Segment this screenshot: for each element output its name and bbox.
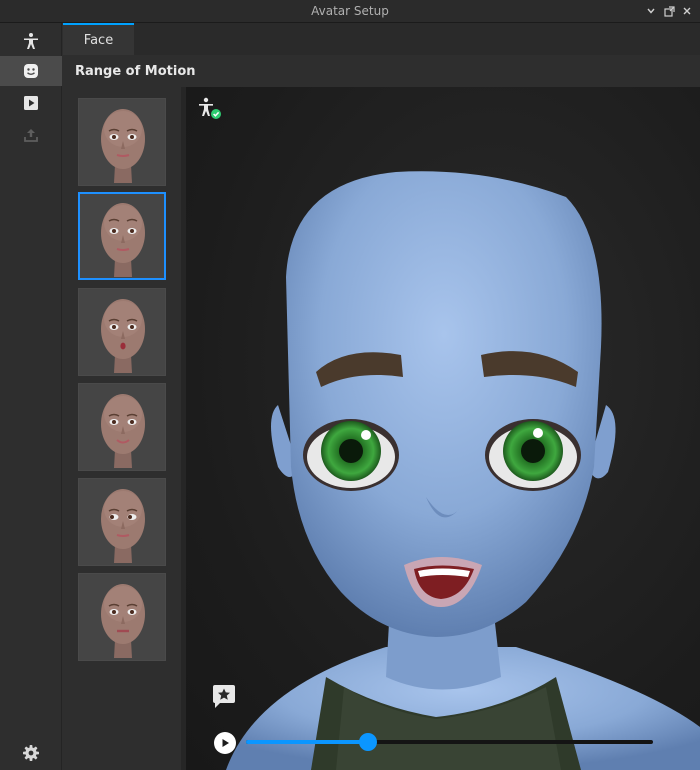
thumb-pupil xyxy=(128,515,132,519)
upload-icon xyxy=(24,129,38,142)
thumb-mouth xyxy=(120,342,126,350)
avatar-viewport[interactable] xyxy=(186,87,700,770)
window-title: Avatar Setup xyxy=(311,4,389,18)
timeline-progress xyxy=(246,740,369,744)
thumb-pupil xyxy=(112,325,116,329)
thumb-mouth xyxy=(116,154,130,157)
avatar-head xyxy=(226,171,700,770)
timeline-handle[interactable] xyxy=(359,733,378,751)
close-icon[interactable] xyxy=(680,3,694,19)
gear-icon xyxy=(23,745,39,761)
expression-thumbnails xyxy=(63,87,181,770)
left-toolbar xyxy=(0,23,62,770)
settings-button[interactable] xyxy=(0,738,62,768)
section-title: Range of Motion xyxy=(75,64,196,79)
upload-button[interactable] xyxy=(0,120,62,150)
chevron-down-icon[interactable] xyxy=(644,3,658,19)
title-bar: Avatar Setup xyxy=(0,0,700,23)
body-icon xyxy=(24,33,38,49)
thumb-pupil xyxy=(130,420,134,424)
thumb-pupil xyxy=(112,135,116,139)
window-controls xyxy=(644,3,694,19)
thumb-mouth xyxy=(116,534,130,537)
thumbnail-smile[interactable] xyxy=(78,383,166,471)
body-button[interactable] xyxy=(0,26,62,56)
tab-face[interactable]: Face xyxy=(63,23,134,55)
thumb-pupil xyxy=(112,420,116,424)
thumb-mouth xyxy=(116,248,130,251)
thumb-pupil xyxy=(130,229,134,233)
thumbnail-raised-brows[interactable] xyxy=(78,192,166,280)
play-animation-icon xyxy=(24,96,38,110)
thumb-pupil xyxy=(112,229,116,233)
play-icon xyxy=(222,739,229,747)
thumb-pupil xyxy=(130,610,134,614)
thumb-pupil xyxy=(110,515,114,519)
timeline-slider[interactable] xyxy=(246,733,653,751)
play-button[interactable] xyxy=(214,732,236,754)
thumb-pupil xyxy=(130,325,134,329)
star-comment-icon[interactable] xyxy=(211,684,237,710)
face-button[interactable] xyxy=(0,56,62,86)
restore-icon[interactable] xyxy=(662,3,676,19)
animation-button[interactable] xyxy=(0,88,62,118)
thumbnail-neutral[interactable] xyxy=(78,98,166,186)
thumbnail-lip-press[interactable] xyxy=(78,573,166,661)
thumbnail-eyes-left[interactable] xyxy=(78,478,166,566)
face-icon xyxy=(24,64,38,78)
thumb-pupil xyxy=(112,610,116,614)
thumbnail-pucker[interactable] xyxy=(78,288,166,376)
tab-strip: Face xyxy=(63,23,700,55)
section-header: Range of Motion xyxy=(63,55,700,87)
avatar-check-icon xyxy=(196,97,222,121)
thumb-pupil xyxy=(130,135,134,139)
